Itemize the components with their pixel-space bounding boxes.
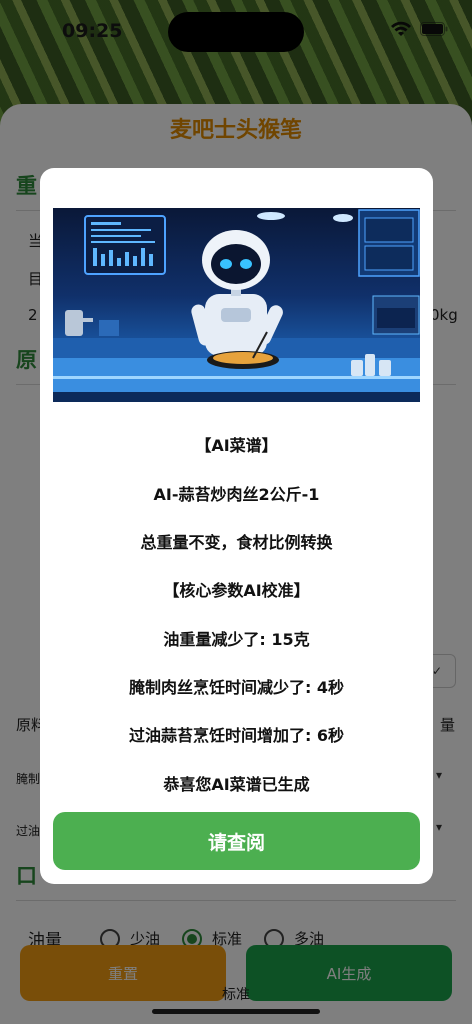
dialog-marinate-time-change: 腌制肉丝烹饪时间减少了: 4秒	[128, 678, 345, 697]
robot-chef-illustration	[53, 208, 420, 402]
ai-recipe-dialog: 【AI菜谱】 AI-蒜苔炒肉丝2公斤-1 总重量不变，食材比例转换 【核心参数A…	[40, 168, 433, 884]
home-indicator[interactable]	[152, 1009, 320, 1014]
dialog-weight-note: 总重量不变，食材比例转换	[140, 533, 333, 552]
dialog-recipe-name: AI-蒜苔炒肉丝2公斤-1	[153, 485, 320, 504]
view-recipe-button[interactable]: 请查阅	[53, 812, 420, 870]
dialog-oil-change: 油重量减少了: 15克	[163, 630, 310, 649]
dialog-heading: 【AI菜谱】	[195, 436, 278, 455]
dialog-success-message: 恭喜您AI菜谱已生成	[163, 775, 310, 794]
dialog-calibration-heading: 【核心参数AI校准】	[163, 581, 310, 600]
dialog-fry-time-change: 过油蒜苔烹饪时间增加了: 6秒	[128, 726, 345, 745]
